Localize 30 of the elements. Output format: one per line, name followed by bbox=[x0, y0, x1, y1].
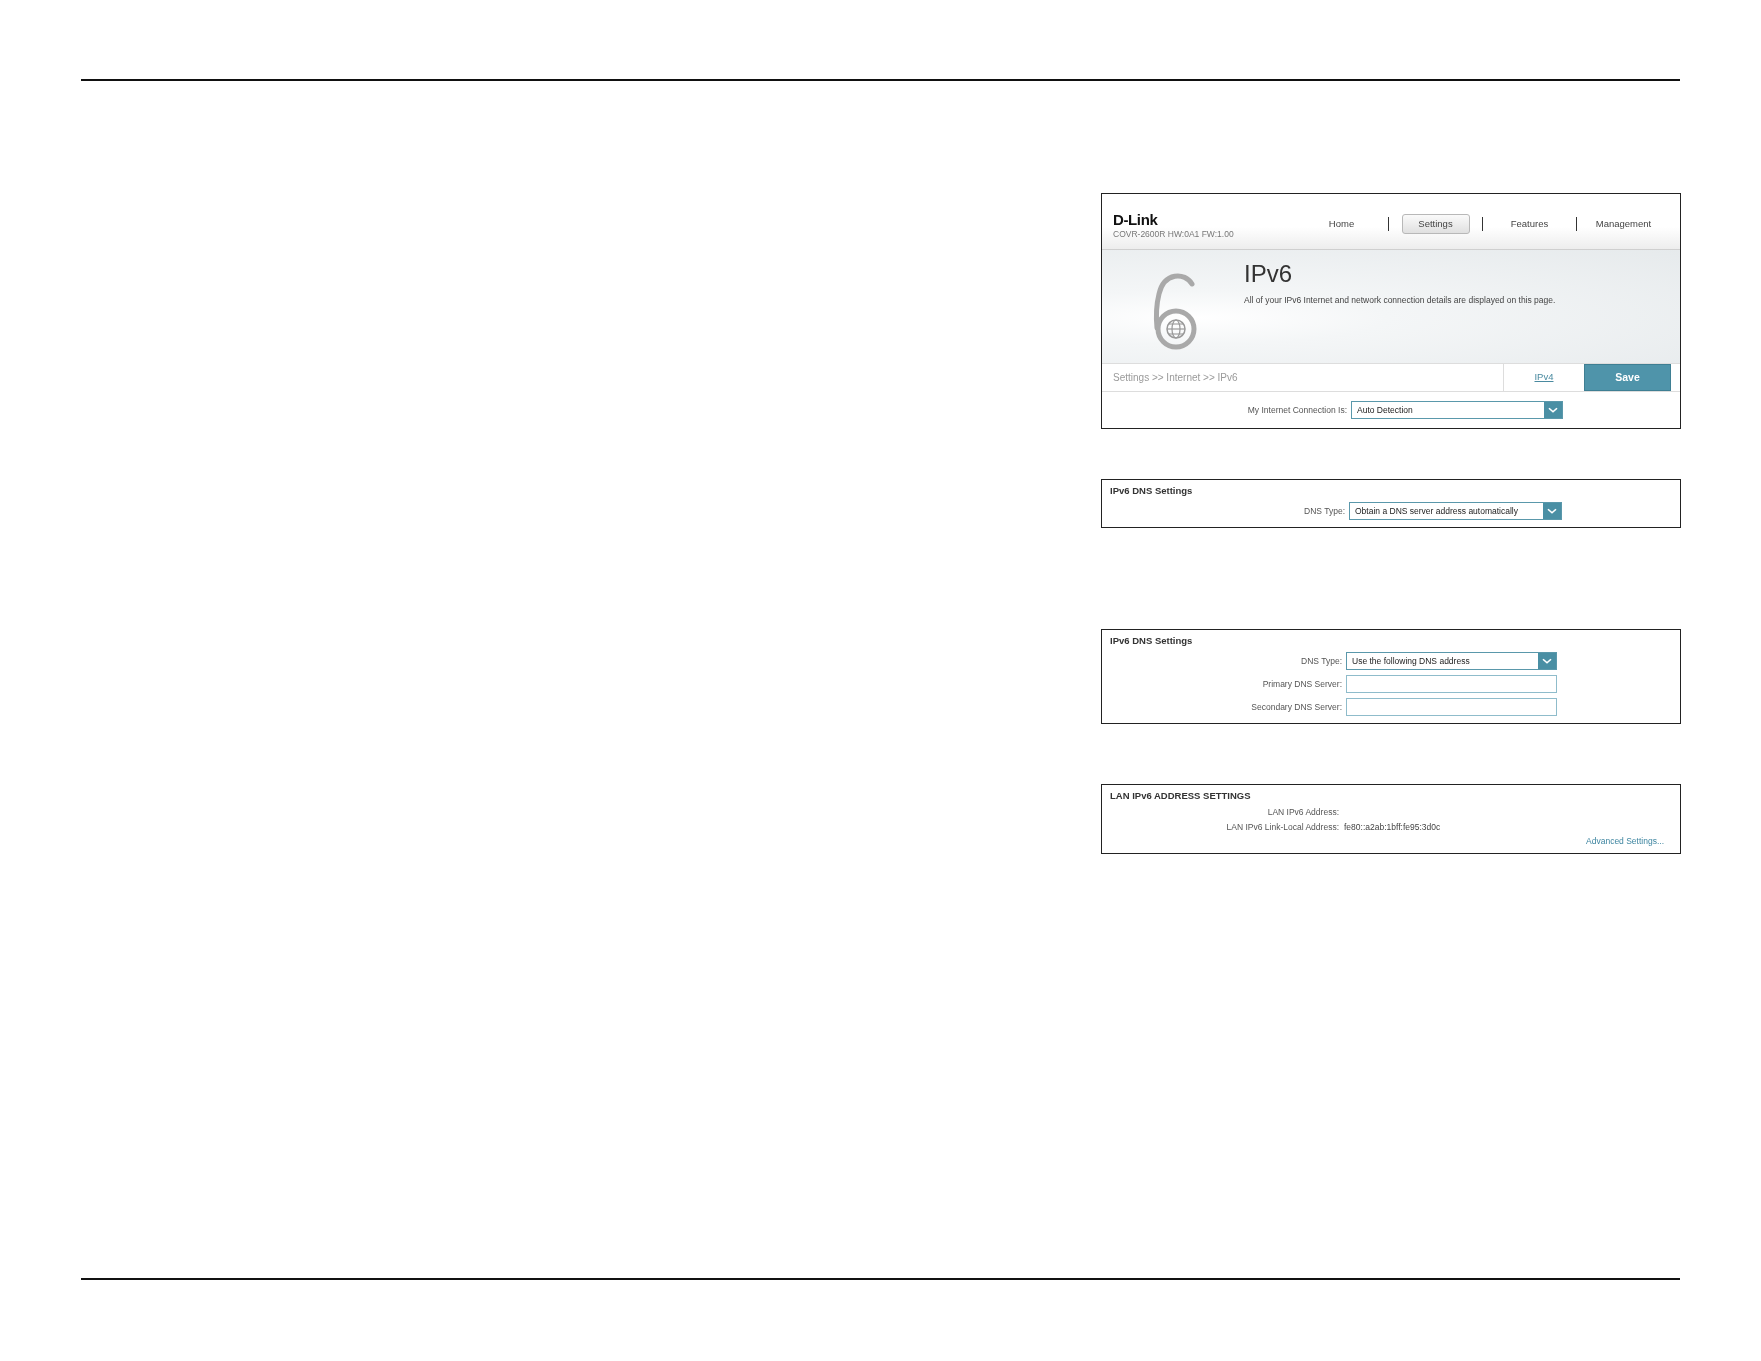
model-info: COVR-2600R HW:0A1 FW:1.00 bbox=[1113, 230, 1234, 239]
text-input-field[interactable] bbox=[1346, 675, 1557, 693]
field-label: DNS Type: bbox=[1300, 656, 1343, 666]
field-label: Primary DNS Server: bbox=[1261, 679, 1343, 689]
section-title: IPv6 DNS Settings bbox=[1109, 634, 1194, 647]
six-globe-icon bbox=[1152, 270, 1198, 350]
nav-tab[interactable]: Management bbox=[1589, 214, 1658, 234]
chevron-down-icon bbox=[1538, 653, 1556, 669]
dropdown-select[interactable]: Auto Detection bbox=[1351, 401, 1563, 419]
nav-tab[interactable]: Home bbox=[1322, 214, 1361, 234]
section-title: LAN IPv6 ADDRESS SETTINGS bbox=[1109, 789, 1252, 802]
field-label: Secondary DNS Server: bbox=[1250, 702, 1343, 712]
chevron-down-icon bbox=[1543, 503, 1561, 519]
breadcrumb: Settings >> Internet >> IPv6 bbox=[1112, 372, 1238, 383]
nav-tab[interactable]: Settings bbox=[1401, 214, 1470, 234]
chevron-down-icon bbox=[1544, 402, 1562, 418]
page-title: IPv6 bbox=[1244, 260, 1294, 288]
dropdown-select[interactable]: Obtain a DNS server address automatically bbox=[1349, 502, 1562, 520]
field-label: LAN IPv6 Link-Local Address: bbox=[1225, 822, 1340, 832]
logo: D-Link bbox=[1113, 212, 1159, 227]
dropdown-select[interactable]: Use the following DNS address bbox=[1346, 652, 1557, 670]
text-input-field[interactable] bbox=[1346, 698, 1557, 716]
field-value: fe80::a2ab:1bff:fe95:3d0c bbox=[1344, 822, 1441, 832]
field-label: DNS Type: bbox=[1303, 506, 1346, 516]
section-title: IPv6 DNS Settings bbox=[1109, 484, 1194, 497]
field-label: My Internet Connection Is: bbox=[1246, 405, 1348, 415]
page-description: All of your IPv6 Internet and network connection details are displayed on this page. bbox=[1244, 296, 1556, 305]
field-label: LAN IPv6 Address: bbox=[1266, 807, 1340, 817]
nav-tab[interactable]: Features bbox=[1504, 214, 1555, 234]
advanced-settings-link[interactable]: Advanced Settings... bbox=[1586, 836, 1664, 846]
